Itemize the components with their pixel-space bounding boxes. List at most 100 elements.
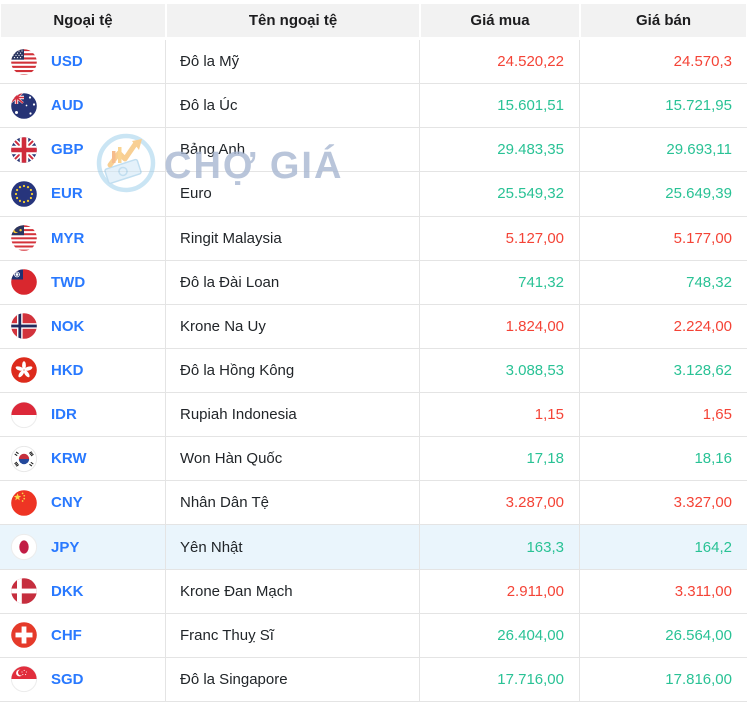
table-row[interactable]: NOK Krone Na Uy 1.824,00 2.224,00 <box>0 304 747 349</box>
table-row[interactable]: AUD Đô la Úc 15.601,51 15.721,95 <box>0 84 747 129</box>
table-row[interactable]: KRW Won Hàn Quốc 17,18 18,16 <box>0 437 747 482</box>
table-header: Ngoại tệ Tên ngoại tệ Giá mua Giá bán <box>0 0 747 40</box>
table-row[interactable]: CHF Franc Thuỵ Sĩ 26.404,00 26.564,00 <box>0 613 747 658</box>
table-row[interactable]: DKK Krone Đan Mạch 2.911,00 3.311,00 <box>0 569 747 614</box>
currency-name-cell: Bảng Anh <box>166 128 420 172</box>
sell-price: 2.224,00 <box>673 317 732 335</box>
sell-price: 26.564,00 <box>665 626 732 644</box>
sell-price-cell: 3.327,00 <box>580 481 747 524</box>
sell-price-cell: 29.693,11 <box>580 128 747 171</box>
sell-price: 25.649,39 <box>665 185 732 203</box>
currency-cell: TWD <box>0 260 166 304</box>
column-header-buy: Giá mua <box>420 0 580 40</box>
currency-cell: NOK <box>0 304 166 348</box>
column-header-sell: Giá bán <box>580 0 747 40</box>
currency-cell: CHF <box>0 613 166 657</box>
sell-price-cell: 17.816,00 <box>580 658 747 701</box>
sell-price: 18,16 <box>694 450 732 468</box>
buy-price: 17,18 <box>526 450 564 468</box>
currency-name: Krone Đan Mạch <box>180 582 293 600</box>
table-row[interactable]: CNY Nhân Dân Tệ 3.287,00 3.327,00 <box>0 481 747 526</box>
buy-price-cell: 17,18 <box>420 437 580 481</box>
table-row[interactable]: MYR Ringit Malaysia 5.127,00 5.177,00 <box>0 216 747 261</box>
sell-price-cell: 164,2 <box>580 525 747 568</box>
sell-price-cell: 2.224,00 <box>580 305 747 348</box>
buy-price-cell: 1.824,00 <box>420 304 580 348</box>
buy-price-cell: 29.483,35 <box>420 128 580 172</box>
currency-cell: JPY <box>0 525 166 569</box>
buy-price-cell: 24.520,22 <box>420 40 580 84</box>
buy-price: 3.088,53 <box>505 361 564 379</box>
table-row[interactable]: HKD Đô la Hồng Kông 3.088,53 3.128,62 <box>0 348 747 394</box>
table-row[interactable]: JPY Yên Nhật 163,3 164,2 <box>0 525 747 570</box>
table-row[interactable]: IDR Rupiah Indonesia 1,15 1,65 <box>0 393 747 438</box>
currency-name-cell: Đô la Singapore <box>166 657 420 701</box>
buy-price: 1.824,00 <box>505 317 564 335</box>
sell-price-cell: 18,16 <box>580 437 747 480</box>
table-row[interactable]: SGD Đô la Singapore 17.716,00 17.816,00 <box>0 657 747 702</box>
sell-price-cell: 3.128,62 <box>580 349 747 392</box>
currency-code: USD <box>51 53 83 71</box>
currency-name: Nhân Dân Tệ <box>180 494 269 512</box>
flag-myr-icon <box>10 224 38 252</box>
currency-name: Yên Nhật <box>180 538 243 556</box>
currency-name: Đô la Đài Loan <box>180 273 280 291</box>
table-body: USD Đô la Mỹ 24.520,22 24.570,3 AUD Đô l… <box>0 40 747 702</box>
buy-price-cell: 25.549,32 <box>420 172 580 216</box>
flag-idr-icon <box>10 401 38 429</box>
currency-cell: IDR <box>0 393 166 437</box>
currency-cell: MYR <box>0 216 166 260</box>
sell-price: 164,2 <box>694 538 732 556</box>
flag-eur-icon <box>10 180 38 208</box>
buy-price: 1,15 <box>534 406 564 424</box>
flag-cny-icon <box>10 489 38 517</box>
currency-cell: USD <box>0 40 166 84</box>
currency-code: DKK <box>51 582 84 600</box>
flag-aud-icon <box>10 92 38 120</box>
flag-twd-icon <box>10 268 38 296</box>
buy-price-cell: 163,3 <box>420 525 580 569</box>
currency-name: Franc Thuỵ Sĩ <box>180 626 274 644</box>
currency-name-cell: Krone Đan Mạch <box>166 569 420 613</box>
sell-price-cell: 25.649,39 <box>580 172 747 215</box>
currency-code: SGD <box>51 670 84 688</box>
currency-name: Đô la Hồng Kông <box>180 361 295 379</box>
currency-cell: SGD <box>0 657 166 701</box>
buy-price: 17.716,00 <box>497 670 564 688</box>
currency-name: Won Hàn Quốc <box>180 450 283 468</box>
currency-cell: GBP <box>0 128 166 172</box>
table-row[interactable]: USD Đô la Mỹ 24.520,22 24.570,3 <box>0 40 747 85</box>
currency-cell: CNY <box>0 481 166 525</box>
flag-chf-icon <box>10 621 38 649</box>
buy-price-cell: 3.088,53 <box>420 348 580 393</box>
currency-name: Đô la Singapore <box>180 670 288 688</box>
buy-price: 163,3 <box>526 538 564 556</box>
buy-price: 29.483,35 <box>497 141 564 159</box>
exchange-rate-table-page: Ngoại tệ Tên ngoại tệ Giá mua Giá bán US… <box>0 0 747 702</box>
flag-dkk-icon <box>10 577 38 605</box>
currency-name-cell: Đô la Đài Loan <box>166 260 420 304</box>
buy-price: 5.127,00 <box>505 229 564 247</box>
buy-price-cell: 26.404,00 <box>420 613 580 657</box>
sell-price-cell: 15.721,95 <box>580 84 747 127</box>
currency-name-cell: Đô la Úc <box>166 84 420 128</box>
sell-price: 17.816,00 <box>665 670 732 688</box>
currency-code: JPY <box>51 538 80 556</box>
currency-name-cell: Yên Nhật <box>166 525 420 569</box>
currency-name: Euro <box>180 185 212 203</box>
table-row[interactable]: EUR Euro 25.549,32 25.649,39 <box>0 172 747 217</box>
sell-price-cell: 5.177,00 <box>580 217 747 260</box>
sell-price: 24.570,3 <box>673 53 732 71</box>
sell-price: 29.693,11 <box>666 141 732 159</box>
table-row[interactable]: GBP Bảng Anh 29.483,35 29.693,11 <box>0 128 747 173</box>
currency-name-cell: Won Hàn Quốc <box>166 437 420 481</box>
currency-code: EUR <box>51 185 83 203</box>
flag-jpy-icon <box>10 533 38 561</box>
currency-cell: DKK <box>0 569 166 613</box>
column-header-currency: Ngoại tệ <box>0 0 166 40</box>
currency-name-cell: Nhân Dân Tệ <box>166 481 420 525</box>
sell-price: 15.721,95 <box>665 97 732 115</box>
flag-sgd-icon <box>10 665 38 693</box>
column-header-name: Tên ngoại tệ <box>166 0 420 40</box>
table-row[interactable]: TWD Đô la Đài Loan 741,32 748,32 <box>0 260 747 305</box>
